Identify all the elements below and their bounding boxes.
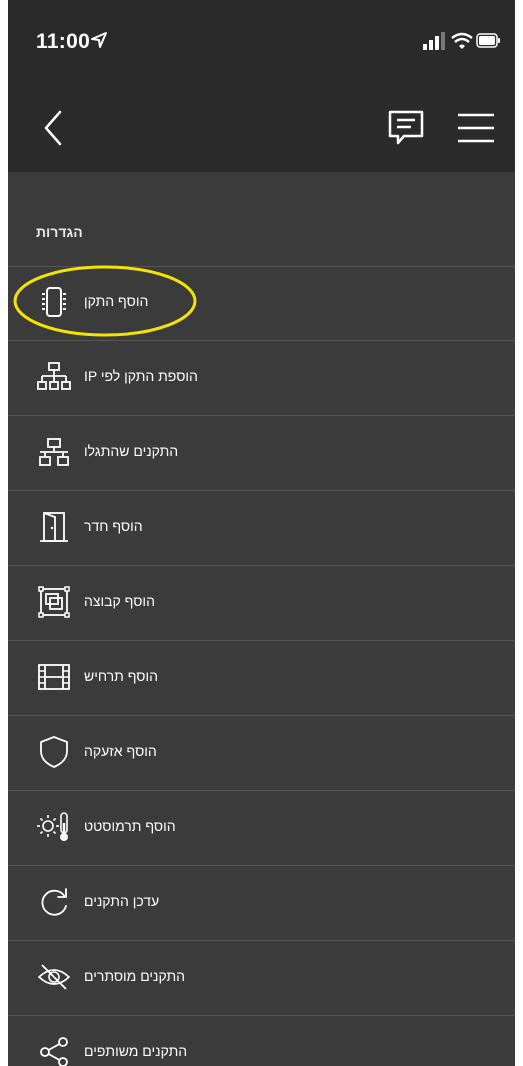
network-tree-icon bbox=[37, 362, 71, 390]
menu-item-label: הוסף תרחיש bbox=[84, 668, 158, 684]
signal-bars-icon bbox=[423, 32, 445, 50]
menu-item-add-room[interactable]: הוסף חדר bbox=[8, 491, 515, 566]
menu-item-label: IP הוספת התקן לפי bbox=[84, 368, 198, 384]
app-screen: 11:00 הגדרות הוסף התקן IP הוספת התקן לפי… bbox=[8, 0, 515, 1066]
film-strip-icon bbox=[38, 664, 70, 690]
menu-item-shared-devices[interactable]: התקנים משותפים bbox=[8, 1016, 515, 1066]
location-arrow-icon bbox=[91, 32, 107, 48]
menu-item-label: הוסף תרמוסטט bbox=[84, 818, 176, 834]
settings-section-header: הגדרות bbox=[8, 172, 515, 267]
settings-menu-list: הוסף התקן IP הוספת התקן לפי התקנים שהתגל… bbox=[8, 266, 515, 1066]
device-chip-icon bbox=[42, 287, 66, 317]
hamburger-menu-icon bbox=[458, 113, 494, 143]
navigation-bar bbox=[8, 80, 515, 172]
network-discover-icon bbox=[39, 438, 69, 466]
thermostat-icon bbox=[37, 812, 68, 841]
menu-item-add-device[interactable]: הוסף התקן bbox=[8, 266, 515, 341]
hamburger-menu-button[interactable] bbox=[456, 104, 496, 152]
menu-item-label: הוסף חדר bbox=[84, 518, 143, 534]
menu-item-add-scene[interactable]: הוסף תרחיש bbox=[8, 641, 515, 716]
status-bar: 11:00 bbox=[8, 0, 515, 80]
shield-icon bbox=[40, 736, 68, 768]
menu-item-add-thermostat[interactable]: הוסף תרמוסטט bbox=[8, 791, 515, 866]
chat-button[interactable] bbox=[386, 104, 426, 152]
eye-hidden-icon bbox=[37, 964, 71, 990]
battery-icon bbox=[476, 33, 500, 48]
menu-item-label: התקנים מוסתרים bbox=[84, 968, 186, 984]
menu-item-hidden-devices[interactable]: התקנים מוסתרים bbox=[8, 941, 515, 1016]
menu-item-add-device-by-ip[interactable]: IP הוספת התקן לפי bbox=[8, 341, 515, 416]
section-title: הגדרות bbox=[36, 224, 83, 240]
refresh-icon bbox=[41, 888, 67, 916]
door-icon bbox=[40, 512, 68, 542]
menu-item-add-group[interactable]: הוסף קבוצה bbox=[8, 566, 515, 641]
menu-item-label: התקנים משותפים bbox=[84, 1043, 188, 1059]
back-button[interactable] bbox=[36, 104, 72, 152]
menu-item-label: התקנים שהתגלו bbox=[84, 443, 179, 459]
status-time: 11:00 bbox=[36, 30, 91, 53]
message-square-icon bbox=[388, 110, 424, 145]
group-square-icon bbox=[38, 586, 70, 618]
menu-item-label: הוסף קבוצה bbox=[84, 593, 155, 609]
status-icons bbox=[423, 32, 500, 50]
menu-item-discovered-devices[interactable]: התקנים שהתגלו bbox=[8, 416, 515, 491]
menu-item-add-alarm[interactable]: הוסף אזעקה bbox=[8, 716, 515, 791]
menu-item-label: עדכן התקנים bbox=[84, 893, 160, 909]
menu-item-label: הוסף אזעקה bbox=[84, 743, 157, 759]
chevron-left-icon bbox=[44, 110, 62, 146]
wifi-icon bbox=[451, 32, 473, 49]
menu-item-label: הוסף התקן bbox=[84, 293, 149, 309]
menu-item-update-devices[interactable]: עדכן התקנים bbox=[8, 866, 515, 941]
share-icon bbox=[40, 1037, 68, 1066]
